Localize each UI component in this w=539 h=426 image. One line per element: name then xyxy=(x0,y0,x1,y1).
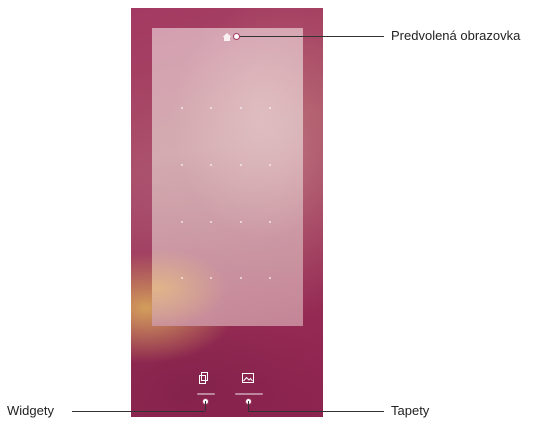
grid-dot xyxy=(181,107,183,109)
grid-dot xyxy=(181,221,183,223)
grid-dot xyxy=(181,164,183,166)
wallpapers-callout-connector xyxy=(248,401,249,411)
widgets-underline xyxy=(197,393,215,395)
widgets-callout-connector xyxy=(205,401,206,411)
grid-dot xyxy=(269,277,271,279)
wallpapers-callout-line xyxy=(248,411,384,412)
home-screen-label: Predvolená obrazovka xyxy=(391,28,521,43)
widgets-label: Widgety xyxy=(7,403,54,418)
grid-dot xyxy=(210,277,212,279)
home-icon[interactable] xyxy=(222,32,232,42)
grid-dot xyxy=(240,277,242,279)
grid-dot xyxy=(240,164,242,166)
wallpapers-underline xyxy=(235,393,263,395)
widgets-icon[interactable] xyxy=(197,371,211,385)
grid-dot xyxy=(210,164,212,166)
grid-dot xyxy=(210,221,212,223)
grid-dot xyxy=(181,277,183,279)
grid-dot xyxy=(240,107,242,109)
grid-dot xyxy=(269,107,271,109)
grid-dot xyxy=(240,221,242,223)
grid-dot xyxy=(210,107,212,109)
home-screen-callout-dot xyxy=(233,33,240,40)
widgets-callout-line xyxy=(72,411,205,412)
wallpaper-icon[interactable] xyxy=(241,371,255,385)
grid-dot xyxy=(269,221,271,223)
home-screen-callout-line xyxy=(240,36,384,37)
default-home-screen-page[interactable] xyxy=(152,28,303,326)
grid-dot xyxy=(269,164,271,166)
home-screen-edit-preview xyxy=(131,8,323,417)
wallpapers-label: Tapety xyxy=(391,403,430,418)
